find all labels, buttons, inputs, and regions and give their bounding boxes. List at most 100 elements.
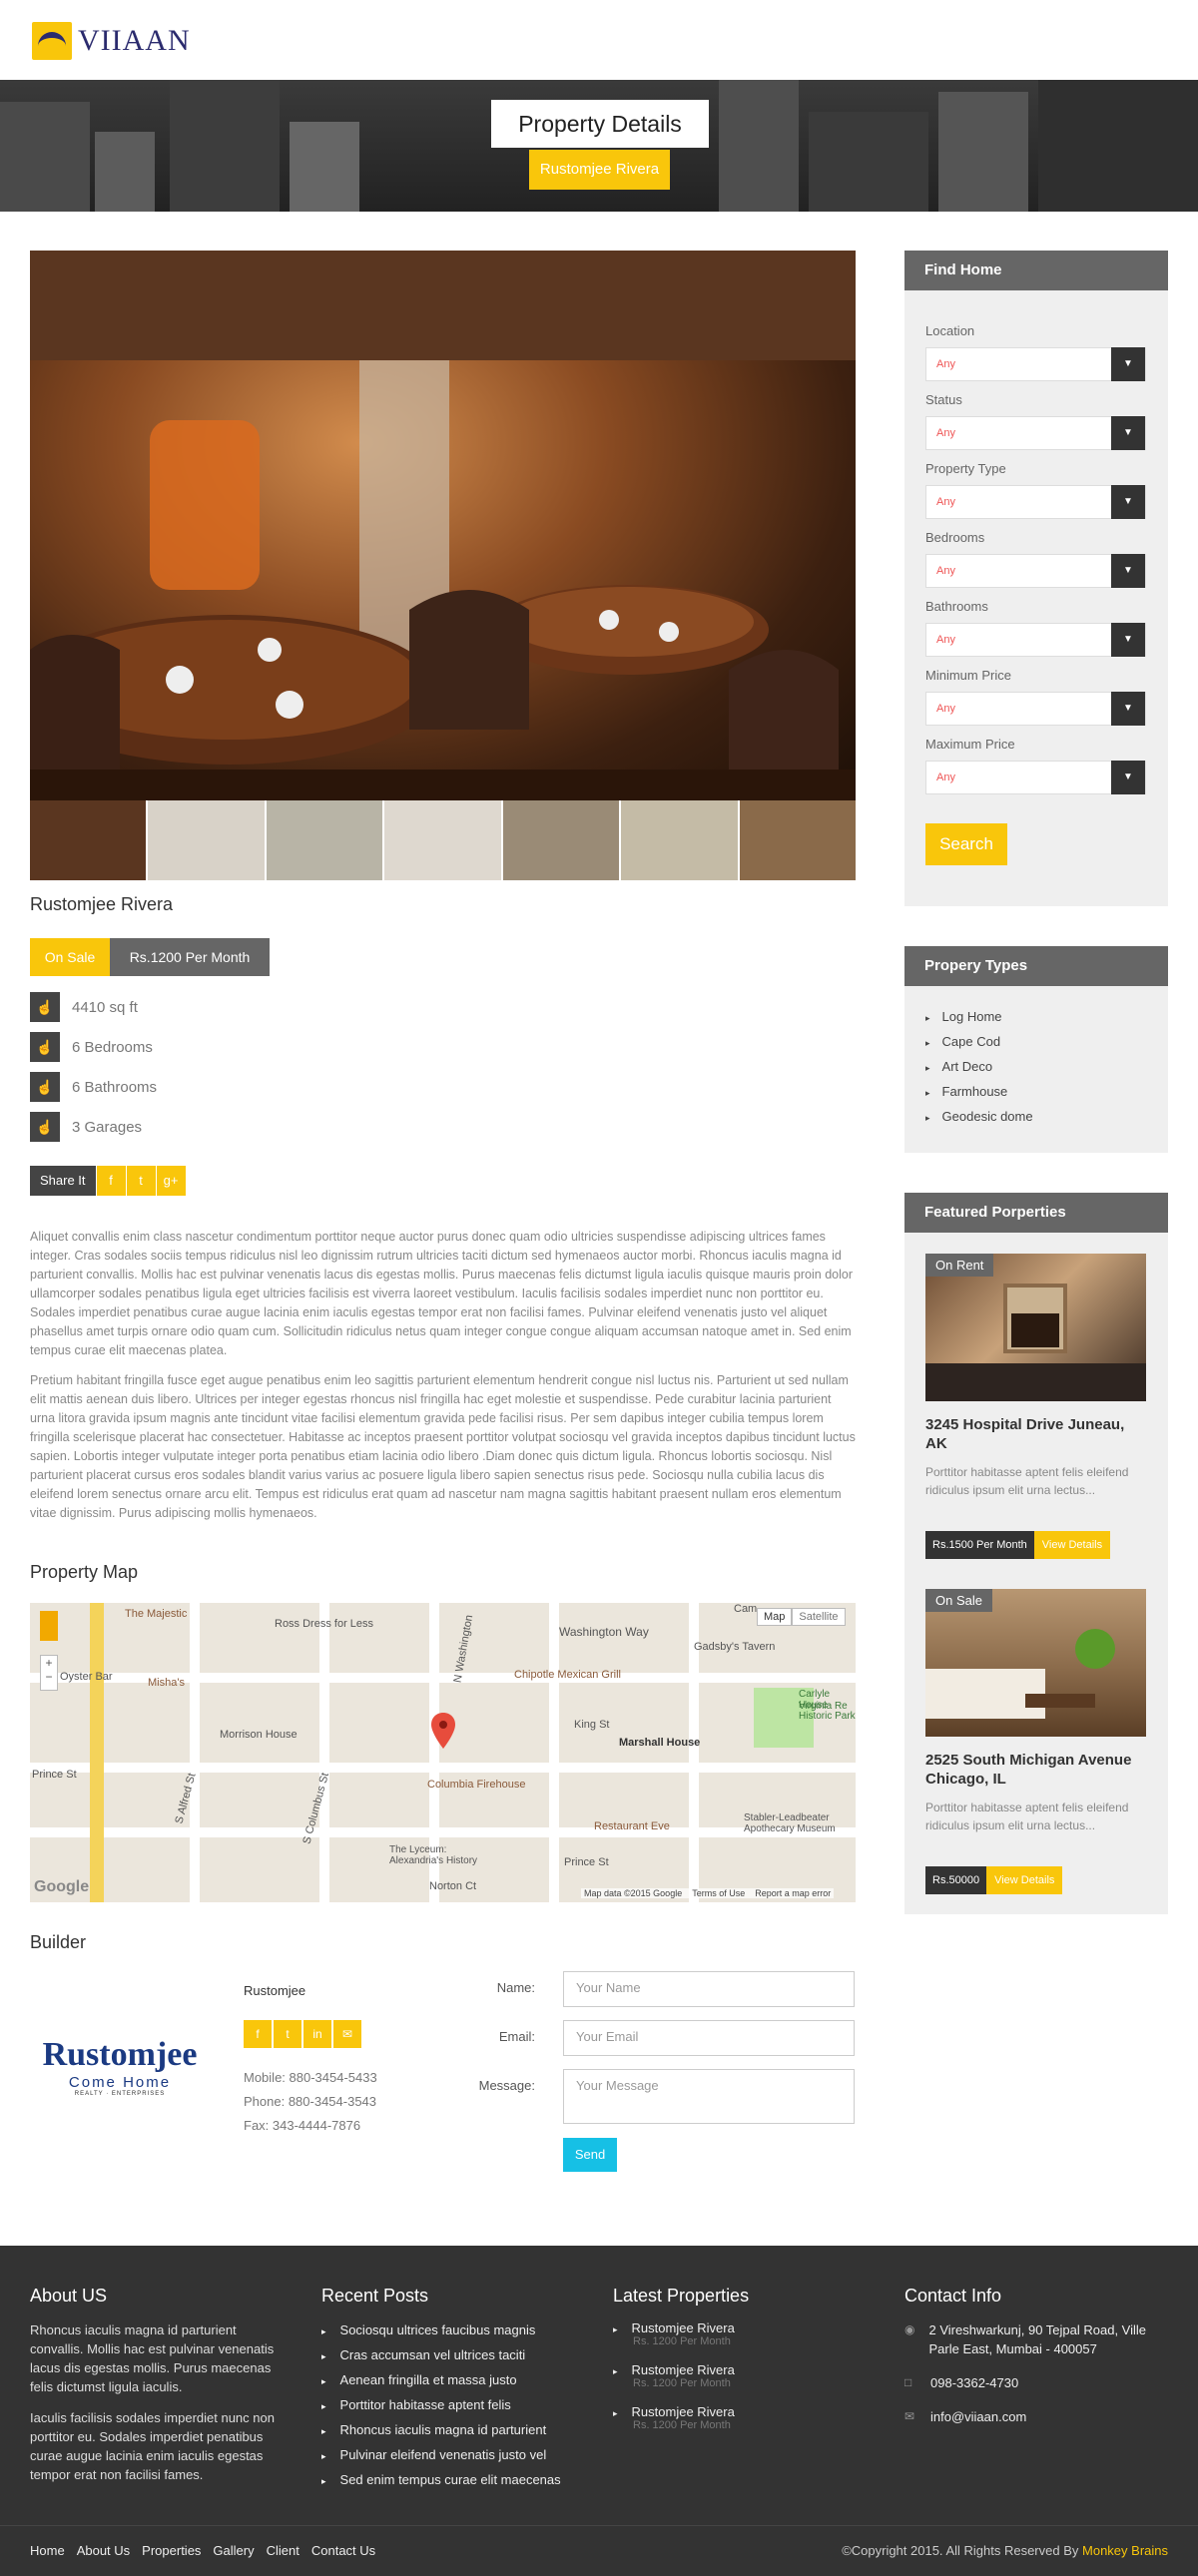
find-home-title: Find Home — [904, 251, 1168, 290]
map-type-satellite[interactable]: Satellite — [792, 1608, 846, 1626]
property-type-select[interactable]: Any ▼ — [925, 485, 1146, 519]
contact-address: ◉ 2 Vireshwarkunj, 90 Tejpal Road, Ville … — [904, 2320, 1168, 2358]
chevron-down-icon[interactable]: ▼ — [1111, 485, 1145, 519]
view-details-button[interactable]: View Details — [986, 1866, 1063, 1894]
send-button[interactable]: Send — [563, 2138, 617, 2172]
feature-garages: ☝ 3 Garages — [30, 1112, 142, 1142]
chevron-down-icon[interactable]: ▼ — [1111, 554, 1145, 588]
feature-text: 6 Bedrooms — [72, 1038, 153, 1056]
latest-property-name[interactable]: Rustomjee Rivera — [632, 2404, 735, 2419]
thumbnail[interactable] — [739, 800, 856, 880]
chevron-down-icon[interactable]: ▼ — [1111, 692, 1145, 726]
list-item[interactable]: Cape Cod — [925, 1029, 1033, 1054]
featured-title[interactable]: 2525 South Michigan Avenue Chicago, IL — [925, 1751, 1146, 1789]
thumbnail[interactable] — [502, 800, 622, 880]
terms-link[interactable]: Terms of Use — [692, 1888, 745, 1898]
street-view-icon[interactable] — [40, 1611, 58, 1641]
max-price-select[interactable]: Any ▼ — [925, 761, 1146, 794]
footer-nav-client[interactable]: Client — [267, 2543, 300, 2558]
status-select[interactable]: Any ▼ — [925, 416, 1146, 450]
latest-property-name[interactable]: Rustomjee Rivera — [632, 2320, 735, 2335]
featured-image[interactable]: On Rent — [925, 1254, 1146, 1401]
chevron-down-icon[interactable]: ▼ — [1111, 347, 1145, 381]
twitter-icon[interactable]: t — [125, 1166, 156, 1196]
bathrooms-select[interactable]: Any ▼ — [925, 623, 1146, 657]
bathrooms-label: Bathrooms — [925, 599, 988, 614]
footer-nav-home[interactable]: Home — [30, 2543, 65, 2558]
list-item[interactable]: Sociosqu ultrices faucibus magnis — [321, 2320, 561, 2345]
select-value: Any — [936, 772, 955, 783]
map-type-map[interactable]: Map — [757, 1608, 793, 1626]
name-field[interactable]: Your Name — [563, 1971, 855, 2007]
status-badge: On Sale — [30, 938, 110, 976]
feature-area: ☝ 4410 sq ft — [30, 992, 138, 1022]
list-item[interactable]: Log Home — [925, 1004, 1033, 1029]
map-label: Marshall House — [619, 1737, 701, 1749]
thumbnail[interactable] — [621, 800, 740, 880]
thumbnail[interactable] — [384, 800, 503, 880]
builder-title: Builder — [30, 1932, 87, 1952]
latest-property[interactable]: ▸ Rustomjee Rivera Rs. 1200 Per Month — [613, 2320, 735, 2347]
report-link[interactable]: Report a map error — [755, 1888, 831, 1898]
footer-nav-contact[interactable]: Contact Us — [311, 2543, 375, 2558]
message-field[interactable]: Your Message — [563, 2069, 855, 2124]
latest-property[interactable]: ▸ Rustomjee Rivera Rs. 1200 Per Month — [613, 2362, 735, 2389]
linkedin-icon[interactable]: in — [303, 2020, 331, 2048]
list-item[interactable]: Pulvinar eleifend venenatis justo vel — [321, 2445, 561, 2470]
search-button[interactable]: Search — [925, 823, 1007, 865]
list-item[interactable]: Porttitor habitasse aptent felis — [321, 2395, 561, 2420]
message-label: Message: — [478, 2078, 535, 2093]
latest-property[interactable]: ▸ Rustomjee Rivera Rs. 1200 Per Month — [613, 2404, 735, 2431]
facebook-icon[interactable]: f — [244, 2020, 272, 2048]
list-item[interactable]: Farmhouse — [925, 1079, 1033, 1104]
email-field[interactable]: Your Email — [563, 2020, 855, 2056]
chevron-down-icon[interactable]: ▼ — [1111, 761, 1145, 794]
recent-posts-title: Recent Posts — [321, 2286, 429, 2306]
list-item[interactable]: Cras accumsan vel ultrices taciti — [321, 2345, 561, 2370]
map-type-control[interactable]: Map Satellite — [757, 1608, 846, 1626]
list-item[interactable]: Rhoncus iaculis magna id parturient — [321, 2420, 561, 2445]
contact-email[interactable]: ✉ info@viiaan.com — [904, 2407, 1026, 2426]
list-item[interactable]: Art Deco — [925, 1054, 1033, 1079]
select-value: Any — [936, 634, 955, 646]
footer-nav-gallery[interactable]: Gallery — [213, 2543, 254, 2558]
email-text[interactable]: info@viiaan.com — [930, 2407, 1026, 2426]
list-item[interactable]: Aenean fringilla et massa justo — [321, 2370, 561, 2395]
facebook-icon[interactable]: f — [95, 1166, 126, 1196]
featured-image[interactable]: On Sale — [925, 1589, 1146, 1737]
name-label: Name: — [496, 1980, 535, 1995]
map-label: Misha's — [148, 1677, 185, 1689]
property-map[interactable]: + − Map Satellite The Majestic Ross Dress… — [30, 1603, 856, 1902]
twitter-icon[interactable]: t — [274, 2020, 301, 2048]
thumbnail[interactable] — [266, 800, 385, 880]
site-logo[interactable]: VIIAAN — [32, 20, 191, 62]
mail-icon[interactable]: ✉ — [333, 2020, 361, 2048]
zoom-controls[interactable]: + − — [40, 1655, 58, 1691]
footer-nav-about[interactable]: About Us — [77, 2543, 130, 2558]
footer-nav-properties[interactable]: Properties — [142, 2543, 201, 2558]
bedrooms-select[interactable]: Any ▼ — [925, 554, 1146, 588]
thumbnail[interactable] — [148, 800, 267, 880]
min-price-label: Minimum Price — [925, 668, 1011, 683]
share-label: Share It — [30, 1166, 96, 1196]
map-marker-icon[interactable] — [431, 1713, 455, 1749]
min-price-select[interactable]: Any ▼ — [925, 692, 1146, 726]
google-plus-icon[interactable]: g+ — [155, 1166, 186, 1196]
builder-mobile: Mobile: 880-3454-5433 — [244, 2070, 377, 2085]
property-types-list: Log Home Cape Cod Art Deco Farmhouse Geo… — [925, 1004, 1033, 1129]
chevron-down-icon[interactable]: ▼ — [1111, 623, 1145, 657]
featured-title[interactable]: 3245 Hospital Drive Juneau, AK — [925, 1415, 1146, 1453]
map-label: Oyster Bar — [60, 1671, 113, 1683]
location-select[interactable]: Any ▼ — [925, 347, 1146, 381]
thumbnail[interactable] — [30, 800, 149, 880]
list-item[interactable]: Geodesic dome — [925, 1104, 1033, 1129]
map-label: King St — [574, 1719, 610, 1731]
bullet-icon: ▸ — [613, 2408, 618, 2418]
latest-property-name[interactable]: Rustomjee Rivera — [632, 2362, 735, 2377]
list-item[interactable]: Sed enim tempus curae elit maecenas — [321, 2470, 561, 2495]
chevron-down-icon[interactable]: ▼ — [1111, 416, 1145, 450]
copyright-link[interactable]: Monkey Brains — [1082, 2543, 1168, 2558]
latest-properties-title: Latest Properties — [613, 2286, 750, 2306]
page-title: Property Details — [491, 100, 709, 148]
view-details-button[interactable]: View Details — [1033, 1531, 1111, 1559]
